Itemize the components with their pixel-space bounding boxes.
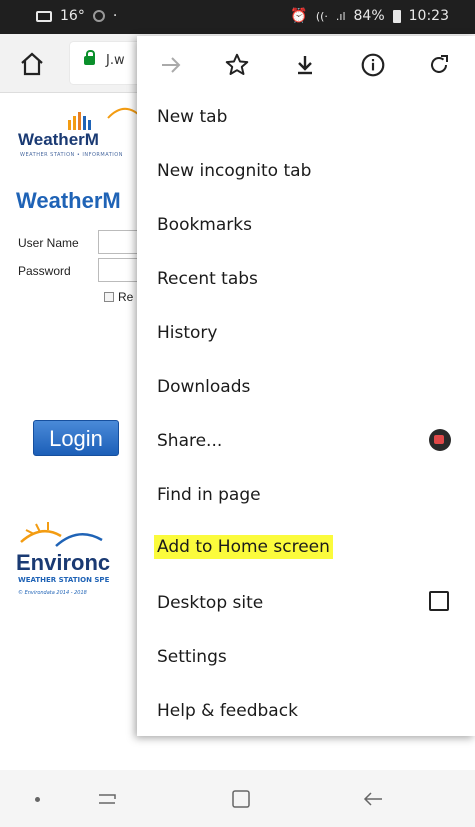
home-nav-button[interactable] — [226, 784, 256, 814]
sun-wave-graphic — [20, 522, 103, 547]
environdata-logo: Environc WEATHER STATION SPE © Environda… — [16, 520, 141, 605]
menu-item-share[interactable]: Share... — [157, 431, 222, 451]
remember-label: Re — [118, 290, 134, 304]
menu-item-settings[interactable]: Settings — [157, 647, 227, 667]
page-title: WeatherM — [16, 188, 121, 213]
temperature-text: 16° — [60, 8, 85, 24]
wifi-icon: ((· — [315, 9, 328, 23]
menu-item-history[interactable]: History — [157, 323, 217, 343]
share-app-icon[interactable] — [429, 429, 451, 451]
logo-subtitle: WEATHER STATION • INFORMATION — [20, 152, 123, 158]
recent-apps-button[interactable] — [92, 784, 122, 814]
home-button[interactable] — [16, 48, 48, 80]
home-icon — [21, 52, 43, 76]
menu-item-find-in-page[interactable]: Find in page — [157, 485, 261, 505]
login-button[interactable]: Login — [33, 420, 119, 456]
logo-text: WeatherM — [18, 130, 99, 149]
home-square-icon — [232, 790, 250, 808]
battery-icon — [392, 9, 401, 23]
info-icon — [361, 53, 385, 77]
overflow-menu: New tab New incognito tab Bookmarks Rece… — [137, 36, 475, 736]
menu-item-new-incognito-tab[interactable]: New incognito tab — [157, 161, 311, 181]
forward-icon — [162, 57, 181, 73]
menu-item-desktop-site[interactable]: Desktop site — [157, 593, 263, 613]
back-arrow-icon — [363, 792, 382, 806]
copyright-text: © Environdata 2014 - 2018 — [18, 590, 87, 596]
status-bar: 16° · ⏰ ((· .ıl 84% 10:23 — [0, 0, 475, 34]
back-button[interactable] — [358, 784, 388, 814]
clock-time: 10:23 — [408, 8, 449, 24]
dot-icon — [34, 796, 40, 802]
menu-item-recent-tabs[interactable]: Recent tabs — [157, 269, 258, 289]
forward-button[interactable] — [155, 49, 187, 81]
weather-logo: WeatherM WEATHER STATION • INFORMATION — [18, 100, 139, 162]
menu-item-bookmarks[interactable]: Bookmarks — [157, 215, 252, 235]
navigation-bar — [0, 770, 475, 827]
lock-icon — [84, 50, 95, 65]
download-button[interactable] — [289, 49, 321, 81]
menu-item-help-feedback[interactable]: Help & feedback — [157, 701, 298, 721]
bookmark-button[interactable] — [221, 49, 253, 81]
footer-logo-subtitle: WEATHER STATION SPE — [18, 576, 110, 584]
signal-icon: .ıl — [335, 9, 346, 23]
menu-item-new-tab[interactable]: New tab — [157, 107, 227, 127]
weather-icon — [92, 10, 105, 22]
download-icon — [298, 56, 312, 75]
alarm-icon: ⏰ — [290, 8, 308, 24]
menu-item-downloads[interactable]: Downloads — [157, 377, 250, 397]
image-notification-icon — [36, 10, 52, 22]
url-text: J.w — [106, 53, 125, 68]
recent-apps-icon — [99, 794, 116, 804]
menu-icon-row — [137, 36, 475, 94]
remember-checkbox[interactable] — [104, 292, 114, 302]
refresh-icon — [431, 55, 448, 73]
dot-icon: · — [112, 8, 118, 24]
password-label: Password — [18, 264, 71, 278]
menu-item-add-to-home-screen[interactable]: Add to Home screen — [154, 535, 333, 559]
refresh-button[interactable] — [423, 49, 455, 81]
add-to-home-screen-label: Add to Home screen — [154, 535, 333, 559]
user-name-label: User Name — [18, 236, 79, 250]
page-info-button[interactable] — [357, 49, 389, 81]
bookmark-star-icon — [225, 53, 249, 75]
desktop-site-checkbox[interactable] — [429, 591, 449, 611]
nav-dot-button[interactable] — [22, 784, 52, 814]
footer-logo-text: Environc — [16, 550, 111, 575]
battery-percent: 84% — [353, 8, 385, 24]
